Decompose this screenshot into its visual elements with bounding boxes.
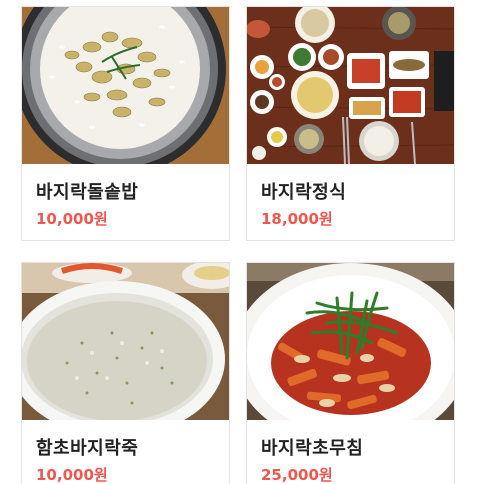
menu-card-clam-porridge[interactable]: 함초바지락죽 10,000원 [21,262,230,484]
menu-card-clam-stone-pot-rice[interactable]: 바지락돌솥밥 10,000원 [21,6,230,241]
menu-item-price: 25,000원 [261,466,333,484]
menu-item-price: 10,000원 [36,210,108,228]
menu-card-clam-set-meal[interactable]: 바지락정식 18,000원 [246,6,455,241]
menu-card-spicy-clam-salad[interactable]: 바지락초무침 25,000원 [246,262,455,484]
clam-stone-pot-rice-photo [22,7,229,164]
clam-set-meal-table-photo [247,7,454,164]
menu-item-price: 10,000원 [36,466,108,484]
menu-item-price: 18,000원 [261,210,333,228]
menu-item-name: 함초바지락죽 [36,438,139,459]
menu-item-name: 바지락초무침 [261,438,364,459]
menu-grid: 바지락돌솥밥 10,000원 바지락정식 18,000원 함초바지락죽 10,0… [0,0,477,484]
spicy-clam-salad-photo [247,263,454,420]
menu-item-name: 바지락정식 [261,182,347,203]
menu-item-name: 바지락돌솥밥 [36,182,139,203]
clam-porridge-bowl-photo [22,263,229,420]
